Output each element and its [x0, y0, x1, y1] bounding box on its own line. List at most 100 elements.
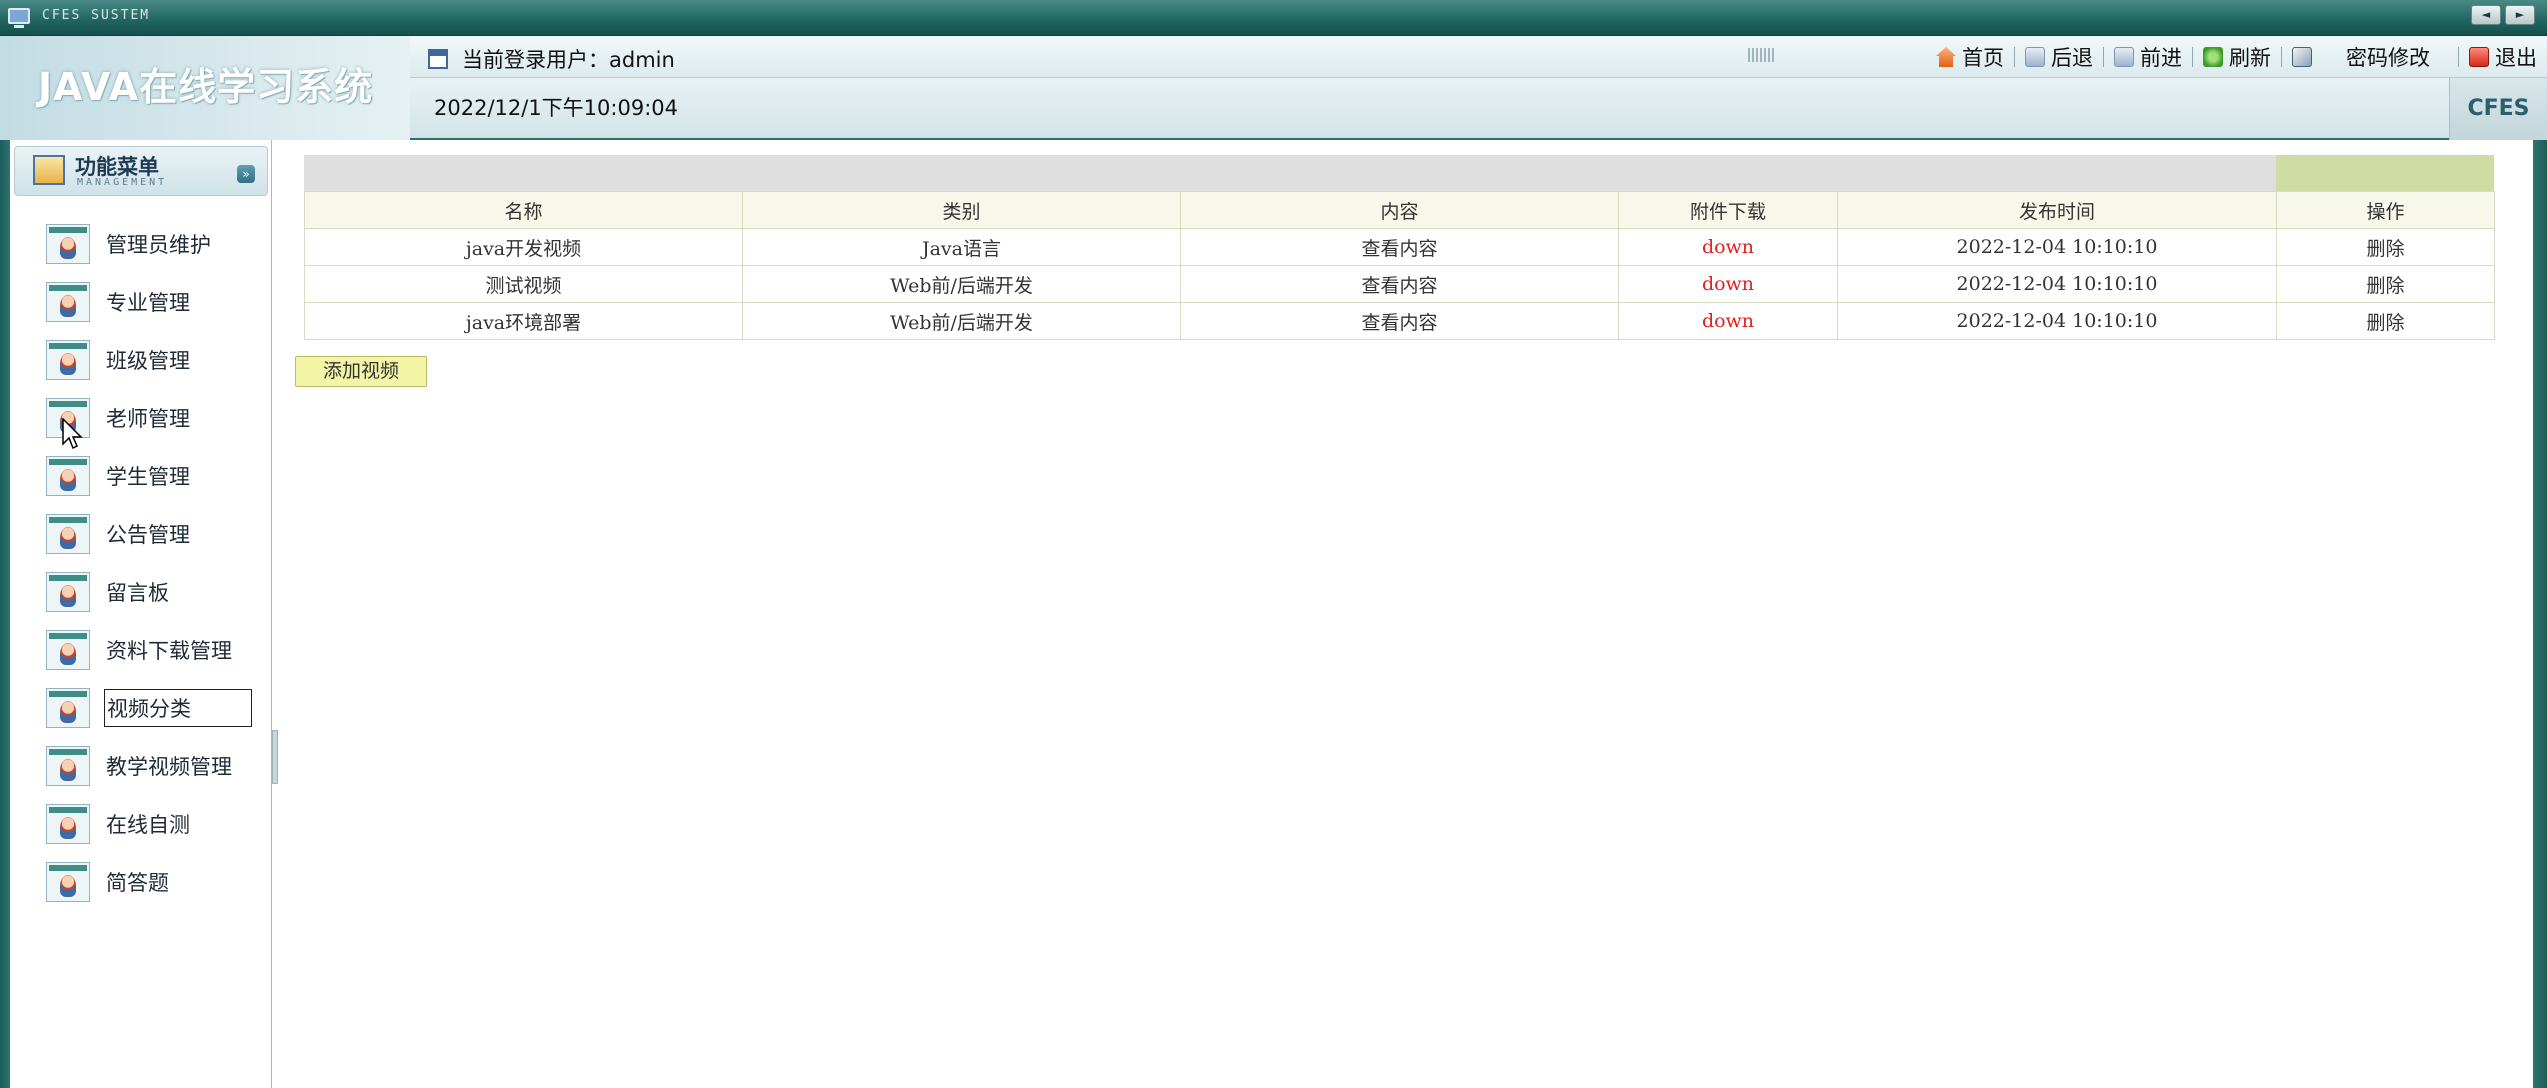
user-card-icon: [46, 224, 90, 264]
view-content-link[interactable]: 查看内容: [1180, 302, 1619, 340]
video-name: java环境部署: [304, 302, 743, 340]
publish-time: 2022-12-04 10:10:10: [1837, 228, 2277, 266]
sidebar-item-short-answer[interactable]: 简答题: [46, 860, 266, 904]
back-label: 后退: [2051, 46, 2093, 70]
change-password-label: 密码修改: [2346, 46, 2430, 70]
table-header-row: 名称 类别 内容 附件下载 发布时间 操作: [304, 191, 2495, 229]
column-header: 名称: [304, 191, 743, 229]
separator: [2281, 47, 2282, 67]
sidebar-item-label: 教学视频管理: [106, 755, 232, 779]
sidebar-subtitle: MANAGEMENT: [77, 177, 168, 188]
sidebar-item-label: 专业管理: [106, 291, 190, 315]
refresh-link[interactable]: 刷新: [2203, 42, 2271, 72]
logo-area: JAVA在线学习系统: [0, 36, 410, 140]
table-row: 测试视频 Web前/后端开发 查看内容 down 2022-12-04 10:1…: [304, 265, 2495, 303]
right-frame-border: [2533, 140, 2547, 1088]
separator: [2103, 47, 2104, 67]
user-card-icon: [46, 746, 90, 786]
collapse-icon[interactable]: »: [237, 165, 255, 183]
column-header: 操作: [2276, 191, 2495, 229]
table-row: java环境部署 Web前/后端开发 查看内容 down 2022-12-04 …: [304, 302, 2495, 340]
window-icon: [428, 49, 448, 69]
top-links: 首页 后退 前进 刷新 密码修改 退出: [1926, 42, 2537, 72]
sidebar-item-video-category[interactable]: 视频分类: [46, 686, 266, 730]
sidebar-item-label: 学生管理: [106, 465, 190, 489]
sidebar-item-messages[interactable]: 留言板: [46, 570, 266, 614]
title-bar: CFES SUSTEM ◄ ►: [0, 0, 2547, 36]
forward-icon: [2114, 47, 2134, 67]
sidebar-item-label: 资料下载管理: [106, 639, 232, 663]
delete-link[interactable]: 删除: [2276, 228, 2495, 266]
view-content-link[interactable]: 查看内容: [1180, 265, 1619, 303]
table-row: java开发视频 Java语言 查看内容 down 2022-12-04 10:…: [304, 228, 2495, 266]
video-table: 名称 类别 内容 附件下载 发布时间 操作 java开发视频 Java语言 查看…: [304, 191, 2495, 340]
sidebar-item-teaching-videos[interactable]: 教学视频管理: [46, 744, 266, 788]
user-card-icon: [46, 862, 90, 902]
view-content-link[interactable]: 查看内容: [1180, 228, 1619, 266]
brand-tag: CFES: [2449, 78, 2547, 140]
user-card-icon: [46, 514, 90, 554]
change-password-link[interactable]: 密码修改: [2292, 42, 2430, 72]
column-header: 附件下载: [1618, 191, 1838, 229]
sidebar-item-label: 班级管理: [106, 349, 190, 373]
add-video-button[interactable]: 添加视频: [295, 356, 427, 387]
home-link[interactable]: 首页: [1936, 42, 2004, 72]
main-content: 名称 类别 内容 附件下载 发布时间 操作 java开发视频 Java语言 查看…: [278, 140, 2533, 1088]
next-window-button[interactable]: ►: [2505, 5, 2535, 25]
sidebar-item-classes[interactable]: 班级管理: [46, 338, 266, 382]
video-category: Web前/后端开发: [742, 302, 1181, 340]
logout-link[interactable]: 退出: [2469, 42, 2537, 72]
sidebar-header: 功能菜单 MANAGEMENT »: [14, 146, 268, 196]
delete-link[interactable]: 删除: [2276, 302, 2495, 340]
sidebar-item-label: 公告管理: [106, 523, 190, 547]
sidebar-item-students[interactable]: 学生管理: [46, 454, 266, 498]
user-card-icon: [46, 804, 90, 844]
video-category: Web前/后端开发: [742, 265, 1181, 303]
system-label: CFES SUSTEM: [42, 8, 151, 23]
column-header: 内容: [1180, 191, 1619, 229]
header-top-row: 当前登录用户：admin 首页 后退 前进 刷新 密码修改 退出: [410, 36, 2547, 78]
user-card-icon: [46, 688, 90, 728]
user-card-icon: [46, 630, 90, 670]
column-header: 发布时间: [1837, 191, 2277, 229]
sidebar-item-label: 老师管理: [106, 407, 190, 431]
sidebar-item-online-test[interactable]: 在线自测: [46, 802, 266, 846]
logout-label: 退出: [2495, 46, 2537, 70]
user-card-icon: [46, 282, 90, 322]
user-card-icon: [46, 456, 90, 496]
download-link[interactable]: down: [1618, 228, 1838, 266]
user-card-icon: [46, 340, 90, 380]
refresh-label: 刷新: [2229, 46, 2271, 70]
sidebar-item-majors[interactable]: 专业管理: [46, 280, 266, 324]
column-header: 类别: [742, 191, 1181, 229]
refresh-icon: [2203, 47, 2223, 67]
publish-time: 2022-12-04 10:10:10: [1837, 265, 2277, 303]
sidebar-item-label: 管理员维护: [106, 233, 211, 257]
download-link[interactable]: down: [1618, 302, 1838, 340]
separator: [2014, 47, 2015, 67]
video-table-panel: 名称 类别 内容 附件下载 发布时间 操作 java开发视频 Java语言 查看…: [304, 155, 2495, 340]
prev-window-button[interactable]: ◄: [2471, 5, 2501, 25]
publish-time: 2022-12-04 10:10:10: [1837, 302, 2277, 340]
header-bottom-row: 2022/12/1下午10:09:04 CFES: [410, 78, 2547, 140]
sidebar: 功能菜单 MANAGEMENT » 管理员维护 专业管理 班级管理 老师管理 学…: [10, 140, 272, 1088]
sidebar-item-downloads[interactable]: 资料下载管理: [46, 628, 266, 672]
home-icon: [1936, 47, 1956, 67]
logout-icon: [2469, 47, 2489, 67]
download-link[interactable]: down: [1618, 265, 1838, 303]
sidebar-item-admin[interactable]: 管理员维护: [46, 222, 266, 266]
forward-link[interactable]: 前进: [2114, 42, 2182, 72]
sidebar-item-notices[interactable]: 公告管理: [46, 512, 266, 556]
home-label: 首页: [1962, 46, 2004, 70]
window-icon: [8, 8, 30, 28]
system-logo: JAVA在线学习系统: [38, 65, 374, 109]
video-name: java开发视频: [304, 228, 743, 266]
sidebar-item-label: 视频分类: [104, 689, 252, 727]
current-user-text: 当前登录用户：admin: [462, 48, 675, 72]
separator: [2192, 47, 2193, 67]
back-link[interactable]: 后退: [2025, 42, 2093, 72]
delete-link[interactable]: 删除: [2276, 265, 2495, 303]
current-datetime: 2022/12/1下午10:09:04: [434, 96, 678, 120]
video-name: 测试视频: [304, 265, 743, 303]
user-card-icon: [46, 572, 90, 612]
